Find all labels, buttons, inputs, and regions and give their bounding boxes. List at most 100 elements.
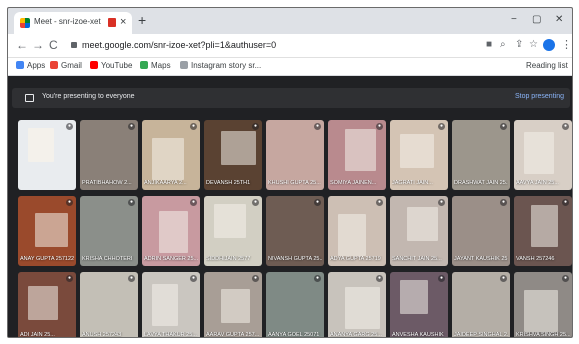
participant-tile[interactable]: ● SANCHIT JAIN 25... <box>390 196 448 266</box>
participant-tile[interactable]: ● ADI JAIN 25... <box>18 272 76 338</box>
participant-name: ANVESHA KAUSHIK <box>392 332 444 338</box>
worksheet-image <box>35 213 68 247</box>
tab-strip: Meet - snr-izoe-xet × + − ▢ ✕ <box>8 8 572 34</box>
new-tab-button[interactable]: + <box>138 12 146 28</box>
participant-tile[interactable]: ● AAVYA JAIN 25... <box>514 120 572 190</box>
participant-tile[interactable]: ● DEVANSH 25TH1 <box>204 120 262 190</box>
menu-kebab-icon[interactable]: ⋮ <box>561 38 572 51</box>
participant-tile[interactable]: ● KHUSHI GUPTA 25... <box>266 120 324 190</box>
forward-icon[interactable]: → <box>32 38 44 52</box>
tab-close-icon[interactable]: × <box>120 15 126 29</box>
mic-muted-icon: ● <box>500 199 507 206</box>
worksheet-image <box>345 287 380 329</box>
lock-icon[interactable] <box>71 42 77 48</box>
apps-grid-icon <box>16 61 24 69</box>
bookmark-instagram[interactable]: Instagram story sr... <box>180 61 261 70</box>
participant-tile[interactable]: ● AANYA GOEL 25071 <box>266 272 324 338</box>
worksheet-image <box>152 138 184 180</box>
worksheet-image <box>152 284 178 326</box>
reload-icon[interactable]: C <box>49 38 58 52</box>
tab-title: Meet - snr-izoe-xet <box>34 17 101 26</box>
stop-presenting-button[interactable]: Stop presenting <box>515 93 564 100</box>
participant-name: AARAV GUPTA 257... <box>206 332 260 338</box>
participant-tile[interactable]: ● KRISHA CHHOTERI <box>80 196 138 266</box>
reading-list[interactable]: Reading list <box>526 61 568 70</box>
participant-tile[interactable]: ● LAVYA THAKUR 25... <box>142 272 200 337</box>
tab-meet[interactable]: Meet - snr-izoe-xet × <box>14 12 132 34</box>
participant-name: ADI JAIN 25... <box>20 332 55 338</box>
gmail-icon <box>50 61 58 69</box>
participant-name: ADRIN SANGER 25... <box>144 256 198 262</box>
bookmark-youtube[interactable]: YouTube <box>90 61 132 70</box>
bookmark-label: Maps <box>151 61 171 70</box>
camera-icon[interactable]: ■ <box>486 39 492 51</box>
mic-muted-icon: ● <box>314 199 321 206</box>
bookmark-maps[interactable]: Maps <box>140 61 171 70</box>
worksheet-image <box>214 204 246 238</box>
address-bar[interactable]: meet.google.com/snr-izoe-xet?pli=1&authu… <box>82 40 276 50</box>
participant-name: DEVANSH 25TH1 <box>206 180 251 186</box>
close-window-button[interactable]: ✕ <box>555 14 563 26</box>
mic-muted-icon: ● <box>438 199 445 206</box>
mic-muted-icon: ● <box>66 275 73 282</box>
bookmark-apps[interactable]: Apps <box>16 61 45 70</box>
participant-tile[interactable]: ● ADRIN SANGER 25... <box>142 196 200 266</box>
mic-muted-icon: ● <box>128 275 135 282</box>
bookmark-gmail[interactable]: Gmail <box>50 61 82 70</box>
presenting-text: You're presenting to everyone <box>42 93 135 100</box>
presenting-banner: You're presenting to everyone Stop prese… <box>12 88 570 108</box>
participant-tile[interactable]: ● PRATIBHAHOW 2... <box>80 120 138 190</box>
worksheet-image <box>221 289 250 323</box>
worksheet-image <box>531 205 558 247</box>
participant-name: SIDDHIJAIN 2577 <box>206 256 251 262</box>
google-icon <box>180 61 188 69</box>
participant-tile[interactable]: ● JAGRATI JAIN... <box>390 120 448 190</box>
participant-tile[interactable]: ● JAYANT KAUSHIK 25... <box>452 196 510 266</box>
participant-tile[interactable]: ● ANJIKAARYA 2... <box>142 120 200 190</box>
participant-name: KRISHA CHHOTERI <box>82 256 133 262</box>
profile-avatar[interactable] <box>543 39 555 51</box>
bookmark-star-icon[interactable]: ☆ <box>529 39 538 51</box>
mic-muted-icon: ● <box>314 123 321 130</box>
participant-tile[interactable]: ● DRASHWAT JAIN 25... <box>452 120 510 190</box>
mic-muted-icon: ● <box>562 123 569 130</box>
participant-tile[interactable]: ● ADYA GUPTA 25719 <box>328 196 386 266</box>
participant-tile[interactable]: ● ANAY GUPTA 257122 <box>18 196 76 266</box>
participant-tile[interactable]: ● JAIDEEP SINGHAL 2... <box>452 272 510 337</box>
worksheet-image <box>345 129 376 171</box>
minimize-button[interactable]: − <box>511 14 517 26</box>
participant-tile[interactable]: ● SIDDHIJAIN 2577 <box>204 196 262 266</box>
worksheet-image <box>28 128 54 162</box>
maximize-button[interactable]: ▢ <box>532 14 541 26</box>
bookmark-label: YouTube <box>101 61 133 70</box>
participant-tile[interactable]: ● ANANYA GARG 25... <box>328 272 386 337</box>
participant-tile[interactable]: ● AARAV GUPTA 257... <box>204 272 262 338</box>
mic-muted-icon: ● <box>190 123 197 130</box>
participant-tile[interactable]: ● ANVESHA KAUSHIK <box>390 272 448 338</box>
zoom-icon[interactable]: ⌕ <box>500 39 506 51</box>
participant-tile[interactable]: ● <box>18 120 76 190</box>
mic-muted-icon: ● <box>562 275 569 282</box>
participant-tile[interactable]: ● VANSH 257246 <box>514 196 572 266</box>
back-icon[interactable]: ← <box>16 38 28 52</box>
worksheet-image <box>524 132 554 174</box>
participant-name: VANSH 257246 <box>516 256 555 262</box>
mic-muted-icon: ● <box>190 199 197 206</box>
participant-name: ADYA GUPTA 25719 <box>330 256 381 262</box>
participant-tile[interactable]: ● SOMIYA JAINEN... <box>328 120 386 190</box>
worksheet-image <box>400 280 428 314</box>
mic-muted-icon: ● <box>376 199 383 206</box>
share-icon[interactable]: ⇪ <box>515 39 523 51</box>
bookmark-label: Gmail <box>61 61 82 70</box>
participant-name: AAVYA JAIN 25... <box>516 180 559 186</box>
participant-name: PRATIBHAHOW 2... <box>82 180 132 186</box>
worksheet-image <box>407 207 438 241</box>
participant-name: AANYA GOEL 25071 <box>268 332 320 338</box>
reading-list-label: Reading list <box>526 61 568 70</box>
mic-muted-icon: ● <box>500 275 507 282</box>
bookmark-label: Apps <box>27 61 46 70</box>
participant-tile[interactable]: ● NIVANSH GUPTA 25... <box>266 196 324 266</box>
participant-tile[interactable]: ● KRISHVA SINGH 25... <box>514 272 572 337</box>
mic-muted-icon: ● <box>66 199 73 206</box>
participant-tile[interactable]: ● ANUSH 257243 <box>80 272 138 337</box>
